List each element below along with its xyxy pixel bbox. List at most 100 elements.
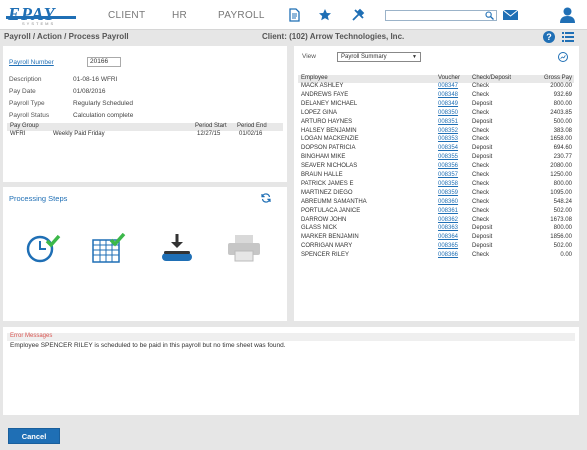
voucher-link[interactable]: 008352 bbox=[438, 128, 458, 134]
table-row: ABREUMM SAMANTHA 008360 Check 548.24 bbox=[298, 199, 574, 208]
voucher-link[interactable]: 008362 bbox=[438, 217, 458, 223]
gross-pay-value: 0.00 bbox=[560, 252, 572, 259]
pay-date-label: Pay Date bbox=[9, 88, 36, 95]
table-row: BRAUN HALLE 008357 Check 1250.00 bbox=[298, 172, 574, 181]
user-icon[interactable] bbox=[560, 7, 575, 23]
payroll-status-value: Calculation complete bbox=[73, 112, 134, 119]
gross-pay-value: 2000.00 bbox=[550, 83, 572, 89]
employee-name: MARTINEZ DIEGO bbox=[301, 189, 353, 196]
download-icon[interactable] bbox=[159, 233, 195, 263]
check-deposit-type: Check bbox=[472, 127, 490, 134]
voucher-link[interactable]: 008349 bbox=[438, 101, 458, 107]
client-title: Client: (102) Arrow Technologies, Inc. bbox=[262, 32, 405, 41]
list-icon[interactable] bbox=[562, 32, 574, 42]
pay-group-row: WFRI Weekly Paid Friday 12/27/15 01/02/1… bbox=[7, 131, 283, 139]
voucher-link[interactable]: 008360 bbox=[438, 199, 458, 205]
employee-name: LOPEZ GINA bbox=[301, 109, 338, 116]
timesheet-check-icon[interactable] bbox=[91, 233, 127, 263]
table-row: HALSEY BENJAMIN 008352 Check 383.08 bbox=[298, 128, 574, 137]
voucher-link[interactable]: 008365 bbox=[438, 243, 458, 249]
cancel-button[interactable]: Cancel bbox=[8, 428, 60, 444]
view-select[interactable]: Payroll Summary ▼ bbox=[337, 52, 421, 62]
table-row: CORRIGAN MARY 008365 Deposit 502.00 bbox=[298, 243, 574, 252]
mail-icon[interactable] bbox=[503, 10, 518, 20]
table-row: SEAVER NICHOLAS 008356 Check 2080.00 bbox=[298, 163, 574, 172]
voucher-link[interactable]: 008364 bbox=[438, 234, 458, 240]
voucher-link[interactable]: 008353 bbox=[438, 136, 458, 142]
voucher-link[interactable]: 008354 bbox=[438, 145, 458, 151]
nav-payroll[interactable]: PAYROLL bbox=[218, 10, 265, 21]
help-icon[interactable]: ? bbox=[543, 31, 555, 43]
tools-icon[interactable] bbox=[351, 8, 365, 22]
voucher-link[interactable]: 008363 bbox=[438, 225, 458, 231]
voucher-link[interactable]: 008366 bbox=[438, 252, 458, 258]
payroll-info-panel: Payroll Number 20166 Description 01-08-1… bbox=[3, 46, 287, 182]
nav-hr[interactable]: HR bbox=[172, 10, 187, 21]
nav-client[interactable]: CLIENT bbox=[108, 10, 145, 21]
gross-pay-value: 800.00 bbox=[553, 180, 572, 187]
table-row: MACK ASHLEY 008347 Check 2000.00 bbox=[298, 83, 574, 92]
refresh-icon[interactable] bbox=[261, 193, 271, 203]
voucher-link[interactable]: 008356 bbox=[438, 163, 458, 169]
employee-name: DOPSON PATRICIA bbox=[301, 145, 356, 152]
logo-subtext: SYSTEMS bbox=[22, 21, 56, 26]
gross-pay-value: 502.00 bbox=[553, 243, 572, 250]
period-end-value: 01/02/16 bbox=[239, 131, 263, 137]
gross-pay-value: 1673.08 bbox=[550, 216, 572, 223]
employee-name: ABREUMM SAMANTHA bbox=[301, 198, 367, 205]
table-row: ANDREWS FAYE 008348 Check 932.69 bbox=[298, 92, 574, 101]
gross-pay-value: 2080.00 bbox=[550, 163, 572, 170]
check-deposit-type: Check bbox=[472, 252, 490, 259]
check-deposit-type: Check bbox=[472, 91, 490, 98]
period-start-value: 12/27/15 bbox=[197, 131, 221, 137]
pay-date-value: 01/08/2016 bbox=[73, 88, 106, 95]
chart-icon[interactable] bbox=[558, 52, 568, 62]
view-select-value: Payroll Summary bbox=[341, 54, 387, 60]
employee-name: GLASS NICK bbox=[301, 225, 338, 232]
employee-name: DARROW JOHN bbox=[301, 216, 347, 223]
voucher-link[interactable]: 008347 bbox=[438, 83, 458, 89]
employee-name: MACK ASHLEY bbox=[301, 83, 344, 89]
voucher-link[interactable]: 008355 bbox=[438, 154, 458, 160]
voucher-link[interactable]: 008357 bbox=[438, 172, 458, 178]
payroll-summary-panel: View Payroll Summary ▼ Employee Voucher … bbox=[294, 46, 579, 321]
check-deposit-type: Check bbox=[472, 198, 490, 205]
gross-pay-header: Gross Pay bbox=[543, 75, 572, 81]
voucher-link[interactable]: 008350 bbox=[438, 110, 458, 116]
epay-logo[interactable]: EPAY SYSTEMS bbox=[6, 4, 78, 28]
check-deposit-type: Check bbox=[472, 189, 490, 196]
clock-check-icon[interactable] bbox=[25, 233, 61, 263]
check-deposit-type: Check bbox=[472, 207, 490, 214]
employee-name: CORRIGAN MARY bbox=[301, 243, 353, 250]
printer-icon[interactable] bbox=[226, 233, 262, 263]
check-deposit-type: Deposit bbox=[472, 243, 493, 250]
check-deposit-type: Deposit bbox=[472, 154, 493, 161]
star-icon[interactable] bbox=[318, 8, 332, 22]
voucher-link[interactable]: 008348 bbox=[438, 92, 458, 98]
table-row: DOPSON PATRICIA 008354 Deposit 694.60 bbox=[298, 145, 574, 154]
voucher-link[interactable]: 008359 bbox=[438, 190, 458, 196]
check-deposit-type: Deposit bbox=[472, 118, 493, 125]
breadcrumb-bar: Payroll / Action / Process Payroll Clien… bbox=[0, 30, 587, 44]
voucher-link[interactable]: 008358 bbox=[438, 181, 458, 187]
search-icon[interactable] bbox=[485, 11, 494, 20]
document-icon[interactable] bbox=[287, 8, 301, 22]
gross-pay-value: 2403.85 bbox=[550, 109, 572, 116]
payroll-number-link[interactable]: Payroll Number bbox=[9, 59, 54, 66]
payroll-number-input[interactable]: 20166 bbox=[87, 57, 121, 67]
gross-pay-value: 800.00 bbox=[553, 225, 572, 232]
gross-pay-value: 694.60 bbox=[553, 145, 572, 152]
voucher-link[interactable]: 008351 bbox=[438, 119, 458, 125]
period-end-header: Period End bbox=[237, 123, 267, 129]
summary-table-header: Employee Voucher Check/Deposit Gross Pay bbox=[298, 75, 574, 83]
employee-name: SPENCER RILEY bbox=[301, 252, 350, 259]
search-input[interactable] bbox=[385, 10, 497, 21]
check-deposit-type: Check bbox=[472, 136, 490, 143]
voucher-link[interactable]: 008361 bbox=[438, 208, 458, 214]
voucher-header: Voucher bbox=[438, 75, 461, 81]
processing-steps-panel: Processing Steps bbox=[3, 187, 287, 321]
table-row: PATRICK JAMES E 008358 Check 800.00 bbox=[298, 181, 574, 190]
chevron-down-icon: ▼ bbox=[412, 54, 417, 60]
employee-name: BRAUN HALLE bbox=[301, 172, 343, 178]
gross-pay-value: 230.77 bbox=[553, 154, 572, 161]
